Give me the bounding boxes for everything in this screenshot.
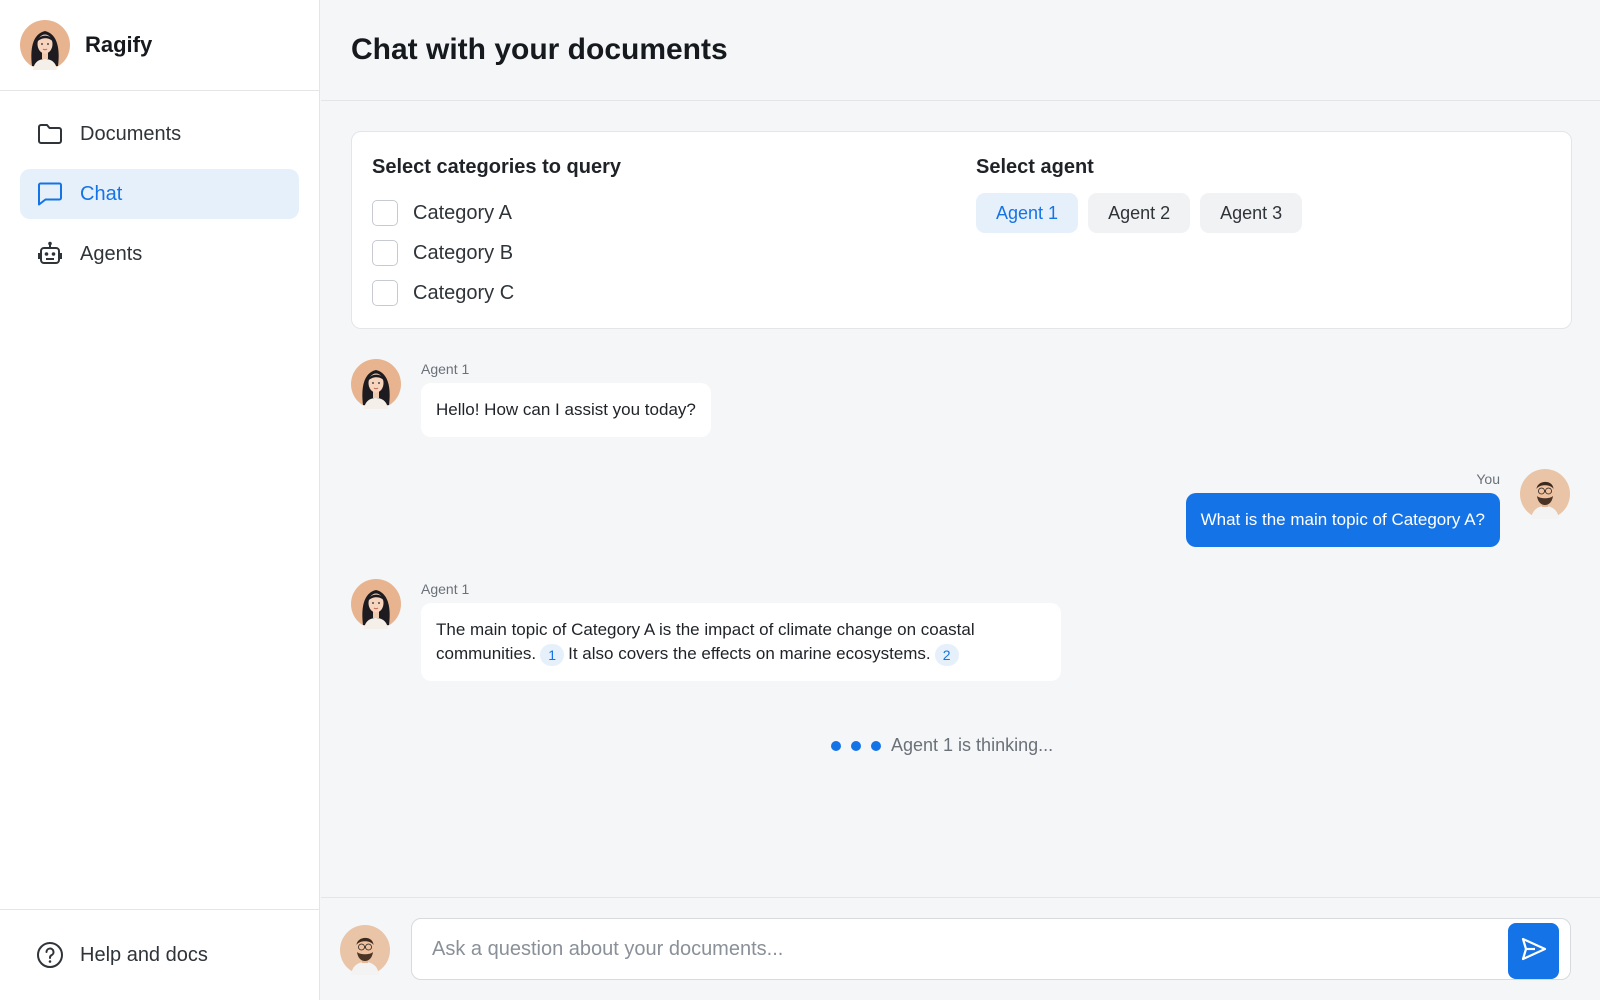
agent-option-1[interactable]: Agent 1 bbox=[976, 193, 1079, 233]
help-and-docs-link[interactable]: Help and docs bbox=[0, 909, 319, 1000]
category-option-a[interactable]: Category A bbox=[372, 193, 621, 233]
message-bubble: What is the main topic of Category A? bbox=[1185, 493, 1500, 547]
agent-heading: Select agent bbox=[976, 156, 1094, 178]
send-button[interactable] bbox=[1508, 923, 1559, 979]
category-checkbox[interactable] bbox=[372, 280, 398, 306]
category-label: Category C bbox=[413, 281, 515, 304]
agent-selector: Agent 1 Agent 2 Agent 3 bbox=[976, 193, 1303, 233]
page-header: Chat with your documents bbox=[321, 0, 1600, 101]
help-and-docs-label: Help and docs bbox=[80, 943, 208, 966]
typing-indicator: Agent 1 is thinking... bbox=[831, 735, 1053, 756]
category-label: Category B bbox=[413, 241, 514, 264]
chat-message-user: You What is the main topic of Category A… bbox=[970, 469, 1570, 549]
user-avatar bbox=[340, 925, 390, 975]
page-title: Chat with your documents bbox=[351, 33, 728, 66]
message-composer bbox=[321, 897, 1600, 1000]
category-option-b[interactable]: Category B bbox=[372, 233, 621, 273]
typing-dot bbox=[831, 740, 841, 751]
thinking-text: Agent 1 is thinking... bbox=[891, 735, 1054, 755]
category-option-c[interactable]: Category C bbox=[372, 273, 621, 313]
categories-section: Select categories to query Category A Ca… bbox=[372, 156, 621, 313]
sidebar: Ragify Documents Chat Agents Help and do… bbox=[0, 0, 320, 1000]
sidebar-item-documents[interactable]: Documents bbox=[20, 109, 299, 159]
message-bubble: Hello! How can I assist you today? bbox=[421, 383, 711, 437]
chat-bubble-icon bbox=[36, 180, 64, 208]
typing-dot bbox=[851, 740, 861, 751]
main-area: Chat with your documents Select categori… bbox=[321, 0, 1600, 1000]
typing-dot bbox=[871, 740, 881, 751]
agent-section: Select agent Agent 1 Agent 2 Agent 3 bbox=[976, 156, 1303, 233]
query-settings-panel: Select categories to query Category A Ca… bbox=[351, 131, 1572, 329]
category-label: Category A bbox=[413, 201, 512, 224]
app-logo-avatar bbox=[20, 20, 70, 70]
category-checkbox[interactable] bbox=[372, 240, 398, 266]
sidebar-nav: Documents Chat Agents bbox=[0, 91, 319, 279]
sidebar-item-agents[interactable]: Agents bbox=[20, 229, 299, 279]
sidebar-item-label: Documents bbox=[80, 122, 182, 145]
message-input[interactable] bbox=[412, 919, 1482, 979]
app-name: Ragify bbox=[85, 32, 153, 57]
send-icon bbox=[1521, 937, 1547, 966]
agent-option-3[interactable]: Agent 3 bbox=[1200, 193, 1303, 233]
agent-option-2[interactable]: Agent 2 bbox=[1088, 193, 1191, 233]
user-avatar bbox=[1520, 469, 1570, 519]
sidebar-item-label: Chat bbox=[80, 182, 123, 205]
citation-badge[interactable]: 2 bbox=[934, 643, 959, 666]
category-checkbox[interactable] bbox=[372, 200, 398, 226]
sidebar-item-label: Agents bbox=[80, 242, 143, 265]
message-sender: Agent 1 bbox=[421, 581, 470, 597]
message-sender: You bbox=[1476, 471, 1500, 487]
categories-heading: Select categories to query bbox=[372, 156, 621, 178]
message-text: It also covers the effects on marine eco… bbox=[568, 644, 931, 663]
agent-avatar bbox=[351, 359, 401, 409]
message-input-container bbox=[411, 918, 1571, 980]
folder-icon bbox=[36, 120, 64, 148]
message-sender: Agent 1 bbox=[421, 361, 470, 377]
sidebar-item-chat[interactable]: Chat bbox=[20, 169, 299, 219]
robot-icon bbox=[36, 240, 64, 268]
help-circle-icon bbox=[36, 941, 64, 969]
brand: Ragify bbox=[0, 0, 319, 91]
agent-avatar bbox=[351, 579, 401, 629]
citation-badge[interactable]: 1 bbox=[540, 643, 565, 666]
message-bubble: The main topic of Category A is the impa… bbox=[421, 603, 1061, 681]
